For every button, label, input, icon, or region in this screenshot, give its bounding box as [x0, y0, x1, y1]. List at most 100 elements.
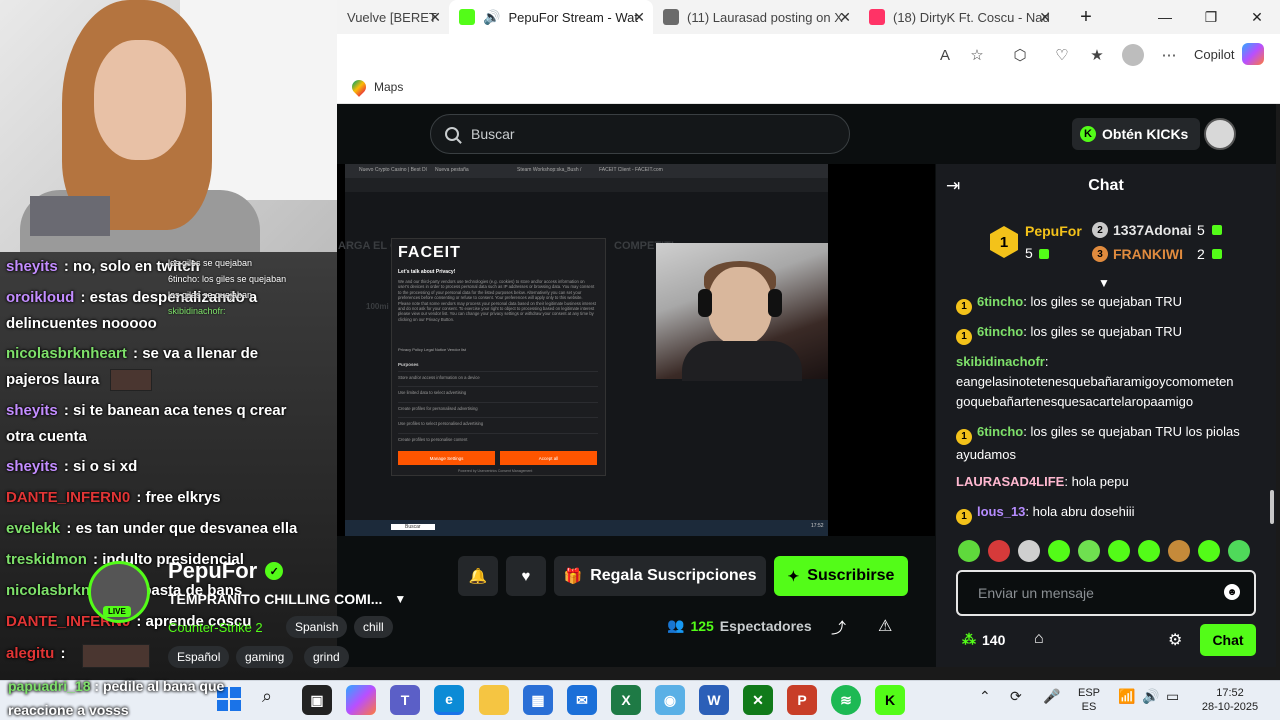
get-kicks-button[interactable]: K Obtén KICKs: [1072, 118, 1201, 150]
send-chat-button[interactable]: Chat: [1200, 624, 1256, 656]
overlay-chat-line: nicolasbrknheart : se va a llenar de: [6, 345, 259, 362]
mail-app-icon[interactable]: ✉: [567, 685, 597, 715]
volume-icon[interactable]: 🔊: [1142, 688, 1159, 705]
chat-username[interactable]: 6tincho: [977, 294, 1023, 309]
emote-icon[interactable]: [1228, 540, 1250, 562]
chat-username[interactable]: skibidinachofr: [956, 354, 1045, 369]
chevron-up-icon[interactable]: ⌃: [979, 688, 991, 705]
leaderboard-name[interactable]: PepuFor: [1025, 223, 1082, 239]
search-icon[interactable]: ⌕: [262, 686, 272, 707]
copilot-app-icon[interactable]: [346, 685, 376, 715]
edge-app-icon[interactable]: e: [434, 685, 464, 715]
chat-username[interactable]: lous_13: [977, 504, 1025, 519]
chat-input[interactable]: Enviar un mensaje: [956, 570, 1256, 616]
chat-username[interactable]: 6tincho: [977, 424, 1023, 439]
speaker-icon[interactable]: 🔊: [483, 9, 500, 26]
verified-icon: ✓: [265, 562, 284, 580]
close-tab-icon[interactable]: ✕: [429, 9, 441, 26]
tag[interactable]: grind: [304, 646, 349, 668]
file-explorer-icon[interactable]: [479, 685, 509, 715]
chat-input-placeholder: Enviar un mensaje: [978, 585, 1094, 601]
new-tab-button[interactable]: +: [1063, 0, 1109, 34]
overlay-username: sheyits: [6, 402, 58, 419]
store-icon[interactable]: ⌂: [1034, 630, 1044, 648]
copilot-button[interactable]: Copilot: [1194, 42, 1265, 66]
battery-icon[interactable]: ▭: [1166, 688, 1179, 705]
emote-icon[interactable]: [1168, 540, 1190, 562]
tag[interactable]: gaming: [236, 646, 294, 668]
chat-scrollbar[interactable]: [1270, 490, 1274, 524]
close-window-button[interactable]: ✕: [1234, 0, 1280, 34]
powerpoint-app-icon[interactable]: P: [787, 685, 817, 715]
emote-icon[interactable]: [1108, 540, 1130, 562]
close-tab-icon[interactable]: ✕: [839, 9, 851, 26]
stream-title[interactable]: TEMPRANITO CHILLING COMI... ▼: [168, 591, 406, 607]
chat-username[interactable]: 6tincho: [977, 324, 1023, 339]
tag[interactable]: Español: [168, 646, 230, 668]
sync-icon[interactable]: ⟳: [1010, 688, 1022, 705]
browser-tab[interactable]: Vuelve [BERET ✕: [337, 0, 449, 34]
overlay-text: free elkrys: [145, 489, 221, 506]
browser-tab[interactable]: (18) DirtyK Ft. Coscu - Nad ✕: [859, 0, 1059, 34]
emote-icon[interactable]: [988, 540, 1010, 562]
clock[interactable]: 17:52 28-10-2025: [1192, 686, 1268, 714]
gift-subs-button[interactable]: 🎁 Regala Suscripciones: [554, 556, 766, 596]
browser-tab[interactable]: (11) Laurasad posting on X ✕: [653, 0, 859, 34]
more-menu-icon[interactable]: ⋯: [1158, 44, 1180, 66]
teams-app-icon[interactable]: T: [390, 685, 420, 715]
emote-icon[interactable]: [1198, 540, 1220, 562]
leaderboard-name[interactable]: 1337Adonai: [1113, 222, 1192, 238]
tag[interactable]: chill: [354, 616, 393, 638]
spotify-app-icon[interactable]: ≋: [831, 685, 861, 715]
overlay-text: delincuentes nooooo: [6, 315, 157, 332]
favorite-star-icon[interactable]: ☆: [966, 44, 988, 66]
excel-app-icon[interactable]: X: [611, 685, 641, 715]
emote-icon[interactable]: [1138, 540, 1160, 562]
language-indicator[interactable]: ESP ES: [1076, 686, 1102, 714]
tag[interactable]: Spanish: [286, 616, 348, 638]
channel-points[interactable]: ⁂ 140: [962, 631, 1005, 648]
kick-app-icon[interactable]: K: [875, 685, 905, 715]
overlay-username: DANTE_INFERN0: [6, 489, 131, 506]
browser-tab-active[interactable]: 🔊 PepuFor Stream - Wat ✕: [449, 0, 653, 34]
chat-username[interactable]: LAURASAD4LIFE: [956, 474, 1064, 489]
store-app-icon[interactable]: ▦: [523, 685, 553, 715]
read-aloud-icon[interactable]: A: [934, 44, 956, 66]
minimize-button[interactable]: —: [1142, 0, 1188, 34]
gear-icon[interactable]: ⚙: [1168, 630, 1182, 650]
favorite-maps[interactable]: Maps: [349, 77, 404, 97]
game-link[interactable]: Counter-Strike 2: [168, 620, 263, 635]
pinned-toggle-icon[interactable]: ▼: [1098, 276, 1110, 290]
close-tab-icon[interactable]: ✕: [1039, 9, 1051, 26]
chevron-down-icon[interactable]: ▼: [394, 592, 406, 606]
xbox-app-icon[interactable]: ✕: [743, 685, 773, 715]
favorite-label: Maps: [374, 80, 404, 94]
share-icon[interactable]: ⤴: [831, 617, 846, 638]
favorites-icon[interactable]: ★: [1086, 44, 1108, 66]
emoji-icon[interactable]: ☻: [1224, 584, 1240, 600]
emote-icon[interactable]: [1048, 540, 1070, 562]
emote-icon[interactable]: [1018, 540, 1040, 562]
report-icon[interactable]: ⚠: [878, 616, 892, 636]
wifi-icon[interactable]: 📶: [1118, 688, 1135, 705]
task-view-icon[interactable]: ▣: [302, 685, 332, 715]
word-app-icon[interactable]: W: [699, 685, 729, 715]
subscribe-button[interactable]: ✦ Suscribirse: [774, 556, 908, 596]
extensions-icon[interactable]: ⬡: [1009, 44, 1031, 66]
collapse-chat-icon[interactable]: ⇥: [946, 176, 960, 196]
microphone-icon[interactable]: 🎤: [1043, 688, 1060, 705]
channel-name[interactable]: PepuFor ✓: [168, 558, 284, 584]
user-avatar[interactable]: [1204, 118, 1236, 150]
restore-button[interactable]: ❐: [1188, 0, 1234, 34]
notifications-button[interactable]: 🔔: [458, 556, 498, 596]
follow-heart-button[interactable]: ♥: [506, 556, 546, 596]
browser-essentials-icon[interactable]: ♡: [1051, 44, 1073, 66]
profile-icon[interactable]: [1122, 44, 1144, 66]
photos-app-icon[interactable]: ◉: [655, 685, 685, 715]
emote-icon[interactable]: [1078, 540, 1100, 562]
emote-icon[interactable]: [958, 540, 980, 562]
leaderboard-name[interactable]: FRANKIWI: [1113, 246, 1183, 262]
search-input[interactable]: Buscar: [430, 114, 850, 154]
close-tab-icon[interactable]: ✕: [633, 9, 645, 26]
faceit-modal-links: Privacy Policy Legal Notice Vendor list: [398, 347, 467, 352]
